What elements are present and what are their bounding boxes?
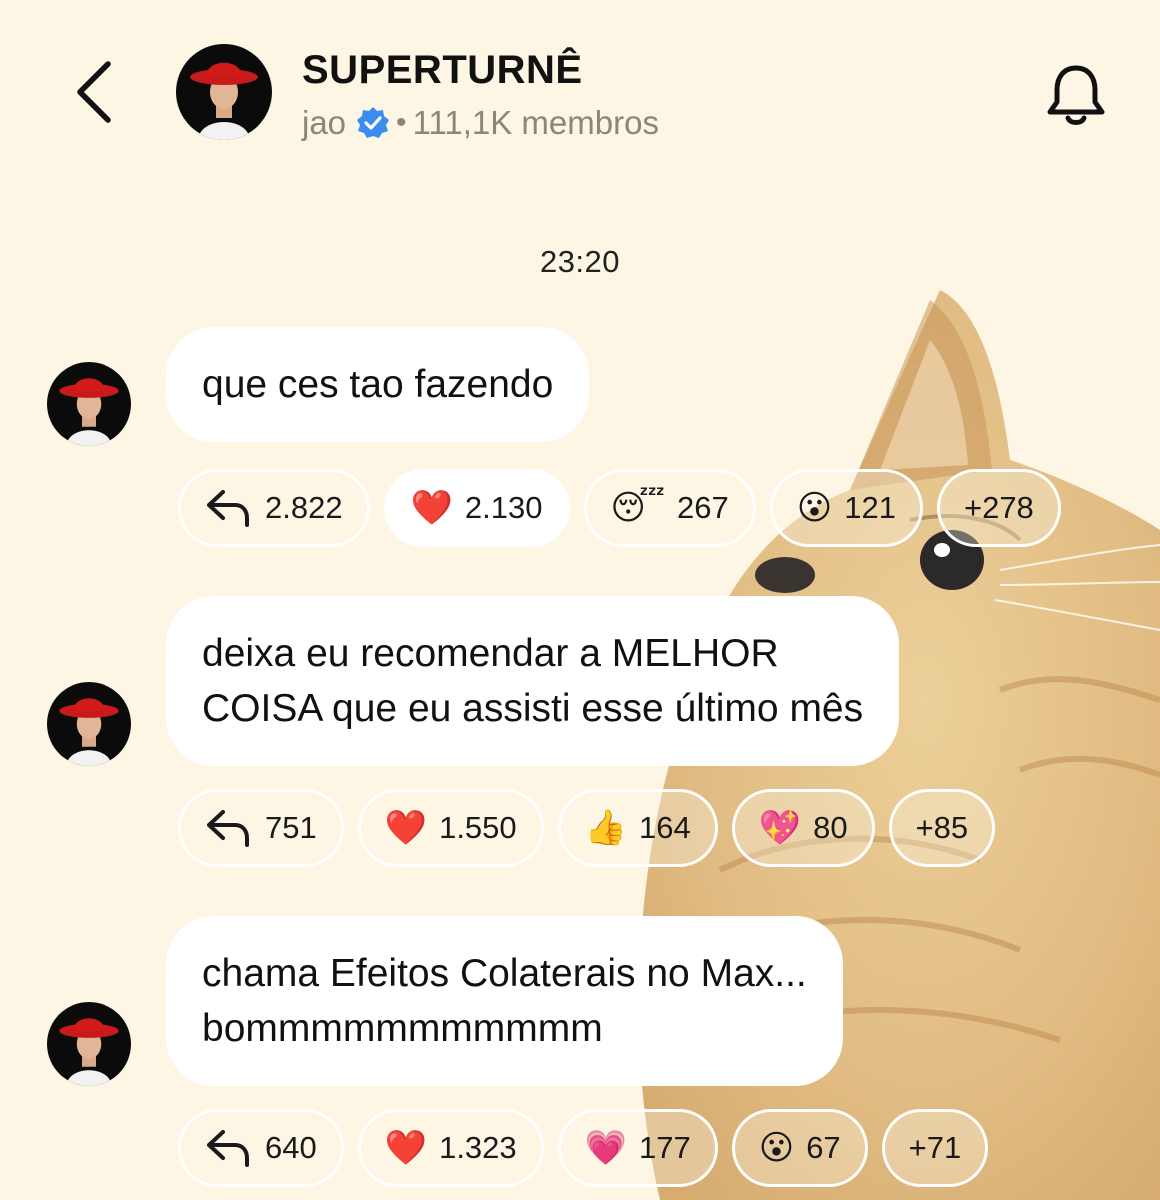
surprised-face-icon: 😮: [758, 1128, 795, 1168]
more-reactions-chip[interactable]: +278: [936, 469, 1061, 547]
subtitle-separator: •: [396, 106, 407, 139]
reply-arrow-icon: [207, 490, 249, 527]
reaction-chip-thumbs-up[interactable]: 👍 164: [557, 789, 718, 867]
more-reactions-chip[interactable]: +71: [881, 1109, 989, 1187]
reply-count-chip[interactable]: 640: [178, 1109, 344, 1187]
reaction-chip-surprised-face[interactable]: 😮 67: [731, 1109, 868, 1187]
reply-count: 751: [265, 810, 317, 845]
message-bubble[interactable]: chama Efeitos Colaterais no Max... bommm…: [166, 916, 843, 1086]
reaction-chip-red-heart[interactable]: ❤️ 1.550: [357, 789, 544, 867]
message-text-line: que ces tao fazendo: [202, 363, 554, 406]
reaction-chip-surprised-face[interactable]: 😮 121: [769, 469, 923, 547]
reply-count-chip[interactable]: 2.822: [178, 469, 370, 547]
reaction-chip-red-heart[interactable]: ❤️ 2.130: [383, 469, 570, 547]
surprised-face-icon: 😮: [796, 488, 833, 528]
channel-header: SUPERTURNÊ jao • 111,1K membros: [0, 0, 1160, 170]
reaction-count: 2.130: [464, 490, 543, 525]
reply-count: 640: [265, 1130, 317, 1165]
reaction-count: 1.323: [439, 1130, 517, 1165]
reaction-chip-growing-heart[interactable]: 💗 177: [557, 1109, 718, 1187]
reaction-chip-sleeping-face[interactable]: 😴 267: [583, 469, 756, 547]
reply-arrow-icon: [207, 810, 249, 847]
message-text-line: deixa eu recomendar a MELHOR: [202, 632, 779, 675]
reaction-bar: 751 ❤️ 1.550 👍 164 💖 80 +85: [178, 789, 996, 867]
message-bubble[interactable]: deixa eu recomendar a MELHOR COISA que e…: [166, 596, 900, 766]
reply-arrow-icon: [207, 1130, 249, 1167]
reaction-count: 164: [639, 810, 691, 845]
reply-count: 2.822: [265, 490, 343, 525]
red-heart-icon: ❤️: [384, 808, 428, 848]
channel-title: SUPERTURNÊ: [302, 48, 583, 92]
more-reactions-count: +71: [908, 1130, 962, 1165]
channel-subtitle: jao • 111,1K membros: [302, 104, 659, 142]
reaction-count: 1.550: [439, 810, 517, 845]
reaction-chip-red-heart[interactable]: ❤️ 1.323: [357, 1109, 544, 1187]
bell-icon[interactable]: [1044, 62, 1108, 128]
more-reactions-chip[interactable]: +85: [888, 789, 996, 867]
message-text-line: chama Efeitos Colaterais no Max...: [202, 952, 807, 995]
sleeping-face-icon: 😴: [610, 488, 666, 528]
thumbs-up-icon: 👍: [584, 808, 627, 848]
back-chevron-icon[interactable]: [70, 60, 120, 124]
message-text-line: bommmmmmmmmmm: [202, 1007, 603, 1050]
reaction-count: 121: [844, 490, 896, 525]
reaction-bar: 2.822 ❤️ 2.130 😴 267 😮 121 +278: [178, 469, 1061, 547]
sender-avatar[interactable]: [47, 1002, 131, 1086]
sparkling-heart-icon: 💖: [758, 808, 802, 848]
sender-avatar[interactable]: [47, 682, 131, 766]
message-text-line: COISA que eu assisti esse último mês: [202, 687, 864, 730]
message-timestamp: 23:20: [539, 244, 621, 279]
verified-badge-icon: [357, 107, 390, 138]
reaction-count: 177: [639, 1130, 691, 1165]
member-count: 111,1K membros: [412, 104, 659, 141]
reply-count-chip[interactable]: 751: [178, 789, 344, 867]
red-heart-icon: ❤️: [410, 488, 453, 528]
more-reactions-count: +278: [963, 490, 1034, 525]
reaction-count: 67: [806, 1130, 841, 1165]
channel-avatar[interactable]: [176, 44, 272, 140]
reaction-chip-sparkling-heart[interactable]: 💖 80: [731, 789, 875, 867]
growing-heart-icon: 💗: [584, 1128, 627, 1168]
sender-avatar[interactable]: [47, 362, 131, 446]
reaction-bar: 640 ❤️ 1.323 💗 177 😮 67 +71: [178, 1109, 989, 1187]
red-heart-icon: ❤️: [384, 1128, 428, 1168]
more-reactions-count: +85: [915, 810, 969, 845]
reaction-count: 267: [677, 490, 729, 525]
channel-owner[interactable]: jao: [302, 104, 346, 142]
message-bubble[interactable]: que ces tao fazendo: [166, 327, 590, 442]
reaction-count: 80: [813, 810, 848, 845]
